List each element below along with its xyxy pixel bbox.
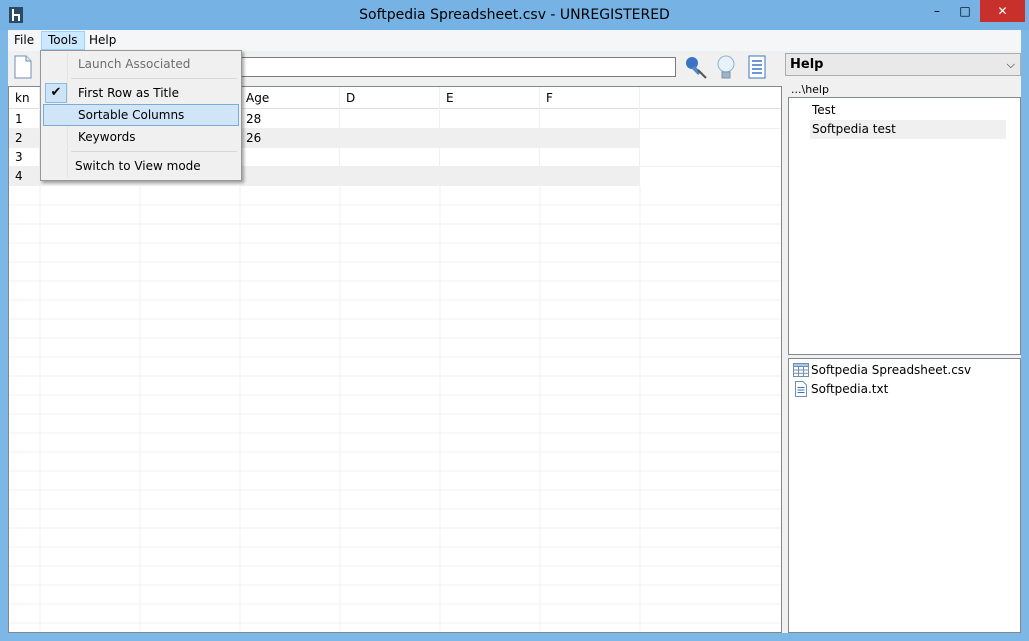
app-window: Softpedia Spreadsheet.csv - UNREGISTERED… <box>0 0 1029 641</box>
help-selector-value: Help <box>790 57 824 72</box>
help-tree[interactable]: Test Softpedia test <box>788 97 1021 355</box>
row-number[interactable]: 3 <box>9 148 40 167</box>
check-icon: ✔ <box>45 83 67 103</box>
lightbulb-icon[interactable] <box>714 54 738 82</box>
menu-separator <box>71 78 237 79</box>
spreadsheet-file-icon <box>793 363 809 377</box>
table-cell[interactable]: 28 <box>240 110 340 129</box>
table-cell[interactable]: 26 <box>240 129 340 148</box>
table-cell[interactable] <box>340 148 440 167</box>
menu-item-launch-associated[interactable]: Launch Associated <box>43 53 239 75</box>
empty-grid-lines <box>9 186 781 632</box>
menu-item-label: Switch to View mode <box>75 159 201 173</box>
new-document-icon[interactable] <box>12 54 34 80</box>
title-bar[interactable]: Softpedia Spreadsheet.csv - UNREGISTERED… <box>0 0 1029 30</box>
menu-item-keywords[interactable]: Keywords <box>43 126 239 148</box>
row-number[interactable]: 2 <box>9 129 40 148</box>
file-list[interactable]: Softpedia Spreadsheet.csv Softpedia.txt <box>788 358 1021 633</box>
file-name: Softpedia.txt <box>811 382 889 396</box>
window-title: Softpedia Spreadsheet.csv - UNREGISTERED <box>359 7 670 23</box>
table-cell[interactable] <box>440 129 540 148</box>
table-cell[interactable] <box>440 167 540 186</box>
menu-help[interactable]: Help <box>83 31 122 50</box>
menu-item-label: Launch Associated <box>78 57 191 71</box>
table-cell[interactable] <box>440 148 540 167</box>
table-cell[interactable] <box>540 110 640 129</box>
table-cell[interactable] <box>540 129 640 148</box>
column-header[interactable]: E <box>440 87 540 109</box>
menu-file[interactable]: File <box>8 31 40 50</box>
list-document-icon[interactable] <box>746 54 768 80</box>
table-cell[interactable] <box>340 129 440 148</box>
minimize-button[interactable]: – <box>924 0 950 22</box>
table-cell[interactable] <box>340 167 440 186</box>
chevron-down-icon[interactable]: ⌵ <box>1007 58 1015 72</box>
pin-icon[interactable] <box>682 54 708 80</box>
column-header[interactable]: D <box>340 87 440 109</box>
table-cell[interactable] <box>340 110 440 129</box>
column-header[interactable]: kn <box>9 87 40 109</box>
menu-item-switch-to-view-mode[interactable]: Switch to View mode <box>43 155 239 177</box>
table-cell[interactable] <box>440 110 540 129</box>
table-cell[interactable] <box>240 148 340 167</box>
table-cell[interactable] <box>540 148 640 167</box>
menu-tools[interactable]: Tools <box>41 31 85 50</box>
tools-dropdown-menu: Launch Associated ✔ First Row as Title S… <box>40 50 242 181</box>
file-name: Softpedia Spreadsheet.csv <box>811 363 972 377</box>
column-header[interactable]: Age <box>240 87 340 109</box>
table-cell[interactable] <box>540 167 640 186</box>
menu-item-label: First Row as Title <box>78 86 179 100</box>
help-path-label: ...\help <box>791 83 829 96</box>
close-button[interactable]: ✕ <box>980 0 1025 22</box>
row-number[interactable]: 1 <box>9 110 40 129</box>
row-number[interactable]: 4 <box>9 167 40 186</box>
menu-item-label: Keywords <box>78 130 136 144</box>
menu-bar: File Tools Help <box>8 30 1021 51</box>
table-cell[interactable] <box>240 167 340 186</box>
menu-item-sortable-columns[interactable]: Sortable Columns <box>43 104 239 126</box>
tree-item[interactable]: Softpedia test <box>810 120 1006 139</box>
menu-separator <box>71 151 237 152</box>
column-header[interactable]: F <box>540 87 640 109</box>
help-selector[interactable]: Help ⌵ <box>785 53 1021 76</box>
menu-item-first-row-as-title[interactable]: ✔ First Row as Title <box>43 82 239 104</box>
text-file-icon <box>795 381 807 397</box>
menu-item-label: Sortable Columns <box>78 108 185 122</box>
formula-input[interactable] <box>241 57 676 77</box>
tree-item[interactable]: Test <box>810 101 1006 120</box>
maximize-button[interactable]: □ <box>952 0 978 22</box>
